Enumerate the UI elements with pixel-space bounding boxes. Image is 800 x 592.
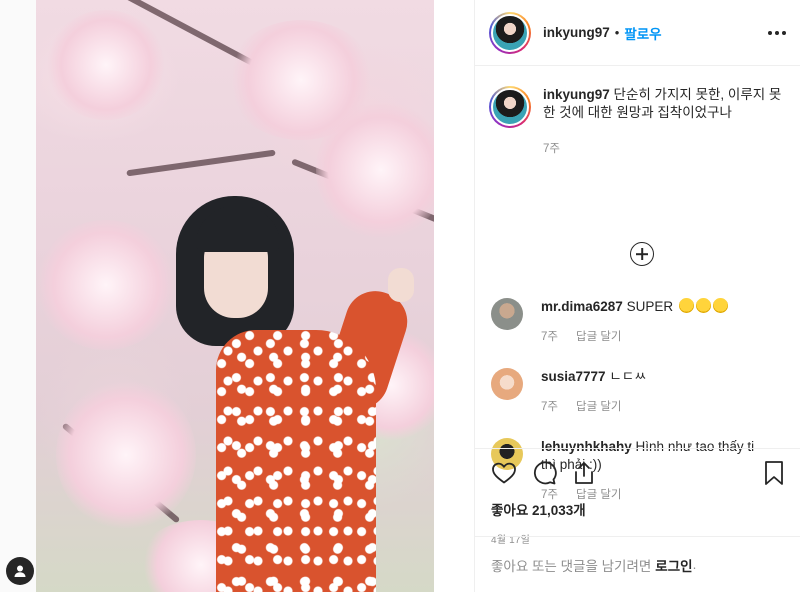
follow-button[interactable]: 팔로우 — [624, 23, 661, 43]
hugging-face-emoji-icon — [678, 298, 694, 313]
commenter-avatar[interactable] — [491, 298, 523, 330]
hugging-face-emoji-icon — [695, 298, 711, 313]
post-header: inkyung97 • 팔로우 — [475, 0, 800, 66]
caption-avatar[interactable] — [489, 86, 531, 128]
author-username[interactable]: inkyung97 — [543, 25, 610, 40]
comment-text: SUPER — [626, 299, 674, 314]
caption-timestamp[interactable]: 7주 — [543, 140, 786, 158]
comment-text: ㄴㄷㅆ — [609, 369, 647, 384]
header-separator: • — [614, 25, 620, 40]
more-options-icon[interactable] — [764, 27, 786, 39]
reply-button[interactable]: 답글 달기 — [576, 398, 622, 416]
left-gutter — [0, 0, 36, 592]
comments-section: inkyung97 단순히 가지지 못한, 이루지 못한 것에 대한 원망과 집… — [475, 66, 800, 501]
comment-timestamp[interactable]: 7주 — [541, 398, 558, 416]
reply-button[interactable]: 답글 달기 — [576, 328, 622, 346]
hugging-face-emoji-icon — [712, 298, 728, 313]
commenter-username[interactable]: mr.dima6287 — [541, 299, 623, 314]
author-avatar[interactable] — [489, 11, 531, 54]
bookmark-icon[interactable] — [763, 460, 785, 489]
caption-username[interactable]: inkyung97 — [543, 87, 610, 102]
heart-icon[interactable] — [491, 461, 517, 488]
user-icon[interactable] — [6, 557, 34, 585]
login-link[interactable]: 로그인 — [655, 555, 692, 575]
likes-count[interactable]: 좋아요 21,033개 — [491, 499, 785, 519]
post-image[interactable] — [36, 0, 434, 592]
post-side-panel: inkyung97 • 팔로우 inkyung97 단순히 가지지 못한, 이루… — [474, 0, 800, 592]
comment-item: susia7777 ㄴㄷㅆ 7주 답글 달기 — [491, 368, 791, 416]
comment-icon[interactable] — [531, 460, 557, 489]
post-caption: inkyung97 단순히 가지지 못한, 이루지 못한 것에 대한 원망과 집… — [489, 86, 786, 158]
commenter-avatar[interactable] — [491, 368, 523, 400]
login-prompt: 좋아요 또는 댓글을 남기려면 로그인 . — [475, 536, 800, 592]
login-prompt-suffix: . — [692, 557, 697, 572]
login-prompt-text: 좋아요 또는 댓글을 남기려면 — [491, 558, 652, 574]
load-more-comments-icon[interactable] — [630, 242, 654, 266]
post-actions: 좋아요 21,033개 4월 17일 — [475, 448, 800, 546]
comment-item: mr.dima6287 SUPER 7주 답글 달기 — [491, 298, 791, 346]
commenter-username[interactable]: susia7777 — [541, 369, 606, 384]
share-icon[interactable] — [571, 460, 597, 489]
comment-timestamp[interactable]: 7주 — [541, 328, 558, 346]
